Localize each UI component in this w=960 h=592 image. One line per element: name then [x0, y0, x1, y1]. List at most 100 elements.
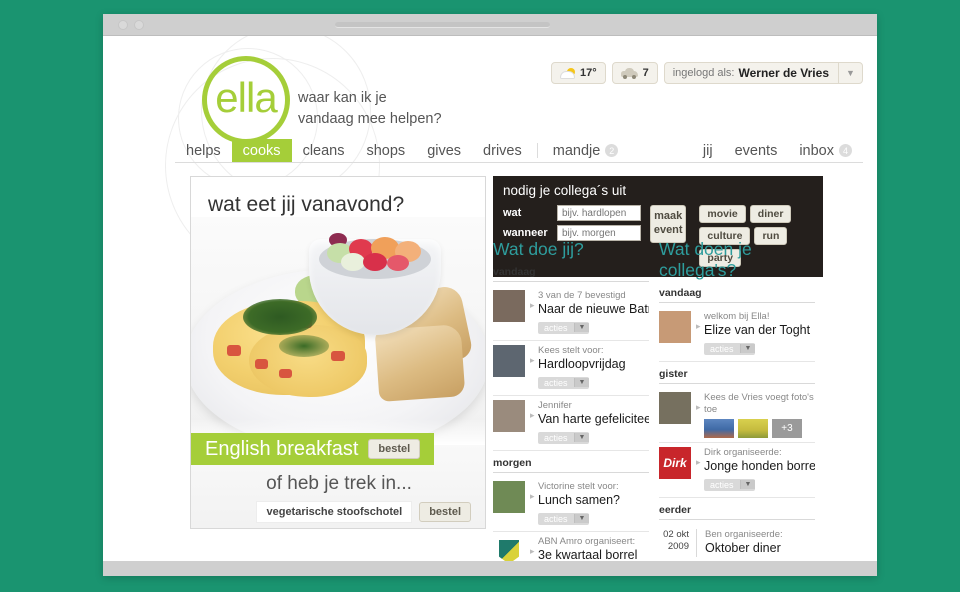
- logo[interactable]: ella: [202, 56, 290, 144]
- feed-dated-body: Ben organiseerde: Oktober diner: [705, 529, 815, 557]
- invite-what-input[interactable]: [557, 205, 641, 221]
- alternatives-intro: of heb je trek in...: [266, 473, 412, 494]
- feed-item[interactable]: Jennifer Van harte gefeliciteerd acties …: [493, 396, 649, 451]
- abn-amro-logo-icon: [499, 539, 519, 561]
- feed-item[interactable]: Kees de Vries voegt foto's toe +3: [659, 388, 815, 443]
- fruit-shape: [363, 253, 387, 271]
- avatar: [659, 391, 691, 424]
- chevron-down-icon[interactable]: ▼: [739, 480, 756, 490]
- feed-item-body: welkom bij Ella! Elize van der Toght act…: [696, 311, 815, 357]
- window-button-minimize[interactable]: [134, 20, 144, 30]
- feed-item-body: Victorine stelt voor: Lunch samen? actie…: [530, 481, 649, 527]
- page-viewport: ella waar kan ik je vandaag mee helpen? …: [103, 36, 877, 561]
- actions-menu-label: acties: [544, 322, 568, 333]
- invite-tag-movie[interactable]: movie: [699, 205, 746, 223]
- feed-dated-item[interactable]: 02 okt 2009 Ben organiseerde: Oktober di…: [659, 524, 815, 561]
- feed-self-group-label: vandaag: [493, 266, 649, 282]
- dirk-logo-icon: Dirk: [663, 455, 687, 470]
- invite-what-row: wat: [503, 205, 641, 221]
- feed-item-headline[interactable]: Naar de nieuwe Batman: [538, 302, 649, 318]
- order-featured-button[interactable]: bestel: [368, 439, 421, 459]
- commute-value: 7: [642, 67, 649, 79]
- feed-item-body: ABN Amro organiseert: 3e kwartaal borrel…: [530, 535, 649, 561]
- feed-colleagues-group-label: vandaag: [659, 287, 815, 303]
- feed-item-headline[interactable]: Elize van der Toght: [704, 323, 815, 339]
- tagline-line-1: waar kan ik je: [298, 90, 387, 106]
- commute-widget[interactable]: 7: [611, 62, 658, 84]
- feed-item[interactable]: Dirk Dirk organiseerde: Jonge honden bor…: [659, 443, 815, 498]
- nav-item-shops[interactable]: shops: [355, 139, 416, 162]
- nav-item-mandje-label: mandje: [552, 142, 601, 159]
- window-button-close[interactable]: [118, 20, 128, 30]
- nav-item-mandje[interactable]: mandje 2: [542, 139, 630, 162]
- actions-menu[interactable]: acties ▼: [704, 478, 756, 491]
- feed-item-headline[interactable]: Hardloopvrijdag: [538, 357, 649, 373]
- chevron-down-icon[interactable]: ▼: [573, 378, 590, 388]
- window-bottom-bar: [103, 561, 877, 576]
- car-icon: [620, 67, 638, 79]
- nav-item-jij[interactable]: jij: [692, 139, 724, 162]
- alternatives-list: vegetarische stoofschotel bestel caprese…: [256, 501, 471, 528]
- order-alternative-button[interactable]: bestel: [419, 502, 471, 522]
- page-content: ella waar kan ik je vandaag mee helpen? …: [103, 36, 877, 561]
- actions-menu[interactable]: acties ▼: [538, 431, 590, 444]
- chevron-down-icon[interactable]: ▼: [739, 344, 756, 354]
- invite-tag-diner[interactable]: diner: [749, 205, 792, 223]
- invite-when-label: wanneer: [503, 227, 548, 239]
- feed-item-meta: Dirk organiseerde:: [704, 446, 782, 458]
- avatar: Dirk: [659, 446, 691, 479]
- chevron-down-icon[interactable]: ▼: [573, 514, 590, 524]
- tomato-shape: [331, 351, 345, 361]
- feed-item-headline[interactable]: 3e kwartaal borrel: [538, 548, 649, 561]
- feed-item-headline[interactable]: Jonge honden borrel: [704, 459, 815, 475]
- nav-left-group: helps cooks cleans shops gives drives ma…: [175, 139, 629, 162]
- chevron-down-icon[interactable]: ▼: [838, 63, 862, 83]
- alternative-name: vegetarische stoofschotel: [256, 501, 413, 523]
- featured-meal-banner: English breakfast bestel: [191, 433, 435, 465]
- feed-item[interactable]: welkom bij Ella! Elize van der Toght act…: [659, 307, 815, 362]
- actions-menu[interactable]: acties ▼: [538, 321, 590, 334]
- nav-item-cleans[interactable]: cleans: [292, 139, 356, 162]
- feed-item-headline[interactable]: Van harte gefeliciteerd: [538, 412, 649, 428]
- feed-item-headline[interactable]: Lunch samen?: [538, 493, 649, 509]
- photo-thumbnail[interactable]: [704, 418, 734, 438]
- header-widgets: 17° 7 ingelogd als: Werner de Vries ▼: [550, 62, 863, 84]
- actions-menu[interactable]: acties ▼: [538, 376, 590, 389]
- feed-item-headline[interactable]: Oktober diner: [705, 541, 815, 557]
- nav-item-inbox[interactable]: inbox 4: [788, 139, 863, 162]
- avatar: [659, 311, 691, 343]
- photo-thumbnail[interactable]: [738, 418, 768, 438]
- feed-item-date: 02 okt 2009: [659, 528, 697, 557]
- feed-item-body: 3 van de 7 bevestigd Naar de nieuwe Batm…: [530, 290, 649, 336]
- feed-self: Wat doe jij? vandaag 3 van de 7 bevestig…: [493, 239, 649, 561]
- logo-circle-icon: ella: [202, 56, 290, 144]
- feed-item-body: Jennifer Van harte gefeliciteerd acties …: [530, 400, 649, 446]
- window-titlebar: [103, 14, 877, 36]
- user-menu[interactable]: ingelogd als: Werner de Vries ▼: [663, 62, 863, 84]
- chevron-down-icon[interactable]: ▼: [573, 323, 590, 333]
- actions-menu[interactable]: acties ▼: [538, 512, 590, 525]
- photo-more-count[interactable]: +3: [772, 418, 802, 438]
- nav-item-cooks[interactable]: cooks: [231, 139, 292, 162]
- window-drag-handle[interactable]: [335, 22, 550, 28]
- feed-item[interactable]: ABN Amro organiseert: 3e kwartaal borrel…: [493, 532, 649, 561]
- nav-item-helps[interactable]: helps: [175, 139, 232, 162]
- nav-item-gives[interactable]: gives: [416, 139, 472, 162]
- nav-item-events[interactable]: events: [724, 139, 789, 162]
- login-prefix: ingelogd als:: [672, 67, 735, 79]
- weather-widget[interactable]: 17°: [550, 62, 606, 84]
- nav-item-drives[interactable]: drives: [472, 139, 533, 162]
- feed-item[interactable]: 3 van de 7 bevestigd Naar de nieuwe Batm…: [493, 286, 649, 341]
- chevron-down-icon[interactable]: ▼: [573, 433, 590, 443]
- fruit-shape: [387, 255, 409, 271]
- tagline-line-2: vandaag mee helpen?: [298, 111, 442, 128]
- tagline: waar kan ik je vandaag mee helpen?: [298, 88, 442, 130]
- actions-menu-label: acties: [544, 513, 568, 524]
- feed-item[interactable]: Victorine stelt voor: Lunch samen? actie…: [493, 477, 649, 532]
- actions-menu[interactable]: acties ▼: [704, 342, 756, 355]
- feed-item-meta: ABN Amro organiseert:: [538, 535, 636, 547]
- actions-menu-label: acties: [710, 343, 734, 354]
- invite-fields: wat wanneer: [503, 205, 641, 241]
- feed-item[interactable]: Kees stelt voor: Hardloopvrijdag acties …: [493, 341, 649, 396]
- create-event-button[interactable]: maak event: [650, 205, 687, 243]
